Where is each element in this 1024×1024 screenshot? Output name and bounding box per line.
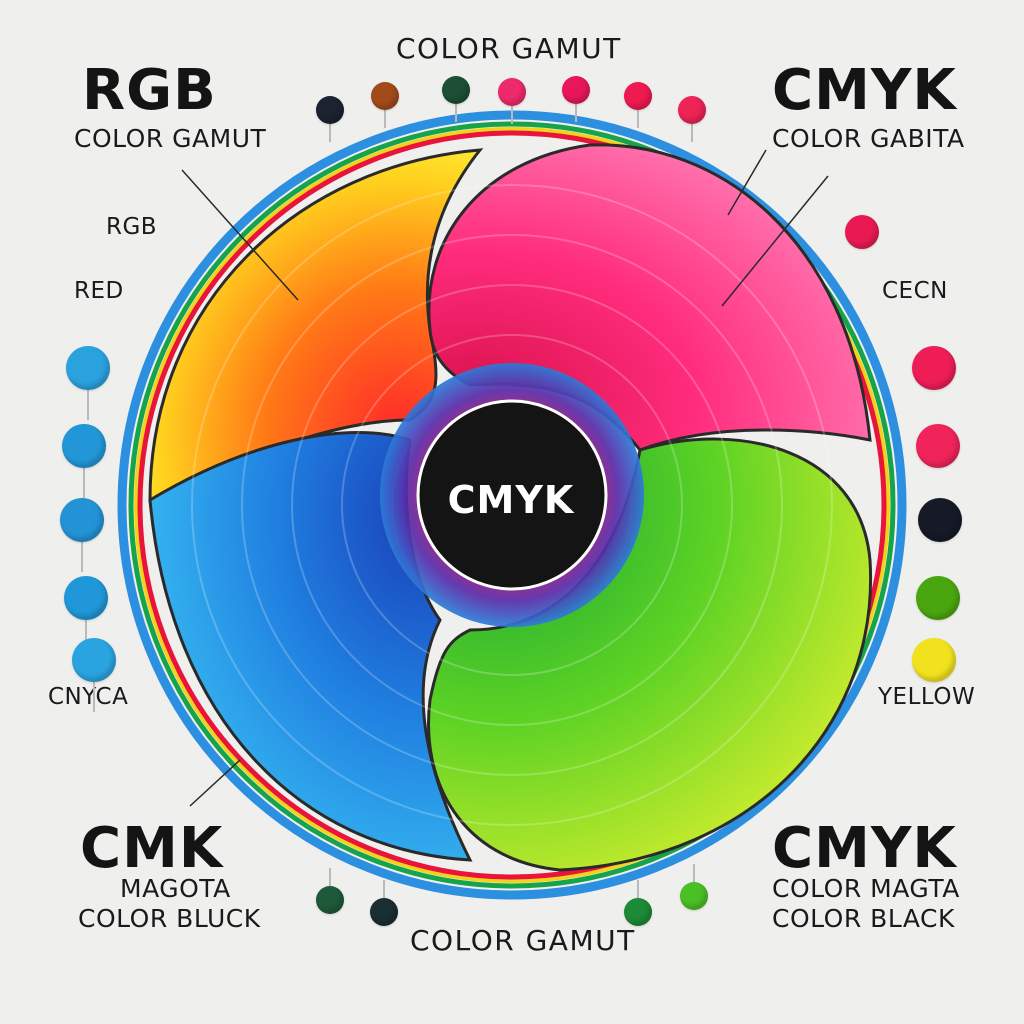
color-swatch-top — [624, 82, 652, 110]
color-swatch-top — [442, 76, 470, 104]
swatch-stem — [329, 124, 331, 142]
swatch-stem — [575, 104, 577, 122]
label-yellow: YELLOW — [878, 684, 976, 710]
color-swatch-right — [845, 215, 879, 249]
rgb-heading: RGB — [82, 58, 217, 123]
color-swatch-right — [916, 576, 960, 620]
swatch-stem — [637, 880, 639, 898]
color-swatch-bottom — [624, 898, 652, 926]
swatch-stem — [329, 868, 331, 886]
color-swatch-right — [918, 498, 962, 542]
color-swatch-left — [62, 424, 106, 468]
label-red: RED — [74, 278, 124, 304]
color-swatch-top — [562, 76, 590, 104]
cmk-line1: MAGOTA — [120, 874, 231, 903]
label-cyan-right: CECN — [882, 278, 948, 304]
cmk-line2: COLOR BLUCK — [78, 904, 261, 933]
color-swatch-left — [60, 498, 104, 542]
swatch-stem — [383, 880, 385, 898]
color-swatch-top — [316, 96, 344, 124]
label-rgb: RGB — [106, 214, 158, 240]
bottom-title: COLOR GAMUT — [410, 924, 636, 957]
color-swatch-bottom — [680, 882, 708, 910]
color-swatch-left — [66, 346, 110, 390]
color-swatch-top — [678, 96, 706, 124]
color-swatch-left — [64, 576, 108, 620]
cmyk-heading-top: CMYK — [772, 58, 957, 123]
cmk-heading: CMK — [80, 816, 224, 881]
swatch-stem — [511, 106, 513, 124]
cmyk-heading-bottom: CMYK — [772, 816, 957, 881]
color-swatch-right — [912, 638, 956, 682]
center-label: CMYK — [447, 478, 575, 522]
swatch-stem — [384, 110, 386, 128]
color-swatch-right — [912, 346, 956, 390]
swatch-stem — [87, 390, 89, 420]
cmyk-bottom-line2: COLOR BLACK — [772, 904, 955, 933]
swatch-stem — [637, 110, 639, 128]
swatch-stem — [455, 104, 457, 122]
color-swatch-top — [498, 78, 526, 106]
cmyk-bottom-line1: COLOR MAGTA — [772, 874, 960, 903]
color-swatch-top — [371, 82, 399, 110]
label-cyan-left: CNYCA — [48, 684, 129, 710]
swatch-stem — [81, 542, 83, 572]
color-swatch-bottom — [370, 898, 398, 926]
cmyk-subheading-top: COLOR GABITA — [772, 124, 965, 153]
swatch-stem — [93, 682, 95, 712]
swatch-stem — [691, 124, 693, 142]
top-title: COLOR GAMUT — [396, 32, 622, 65]
color-swatch-right — [916, 424, 960, 468]
color-swatch-left — [72, 638, 116, 682]
swatch-stem — [83, 468, 85, 498]
color-swatch-bottom — [316, 886, 344, 914]
rgb-subheading: COLOR GAMUT — [74, 124, 267, 153]
color-gamut-diagram: CMYK COLOR GAMUT COLOR GAMUT RGB COLOR G… — [0, 0, 1024, 1024]
swatch-stem — [693, 864, 695, 882]
